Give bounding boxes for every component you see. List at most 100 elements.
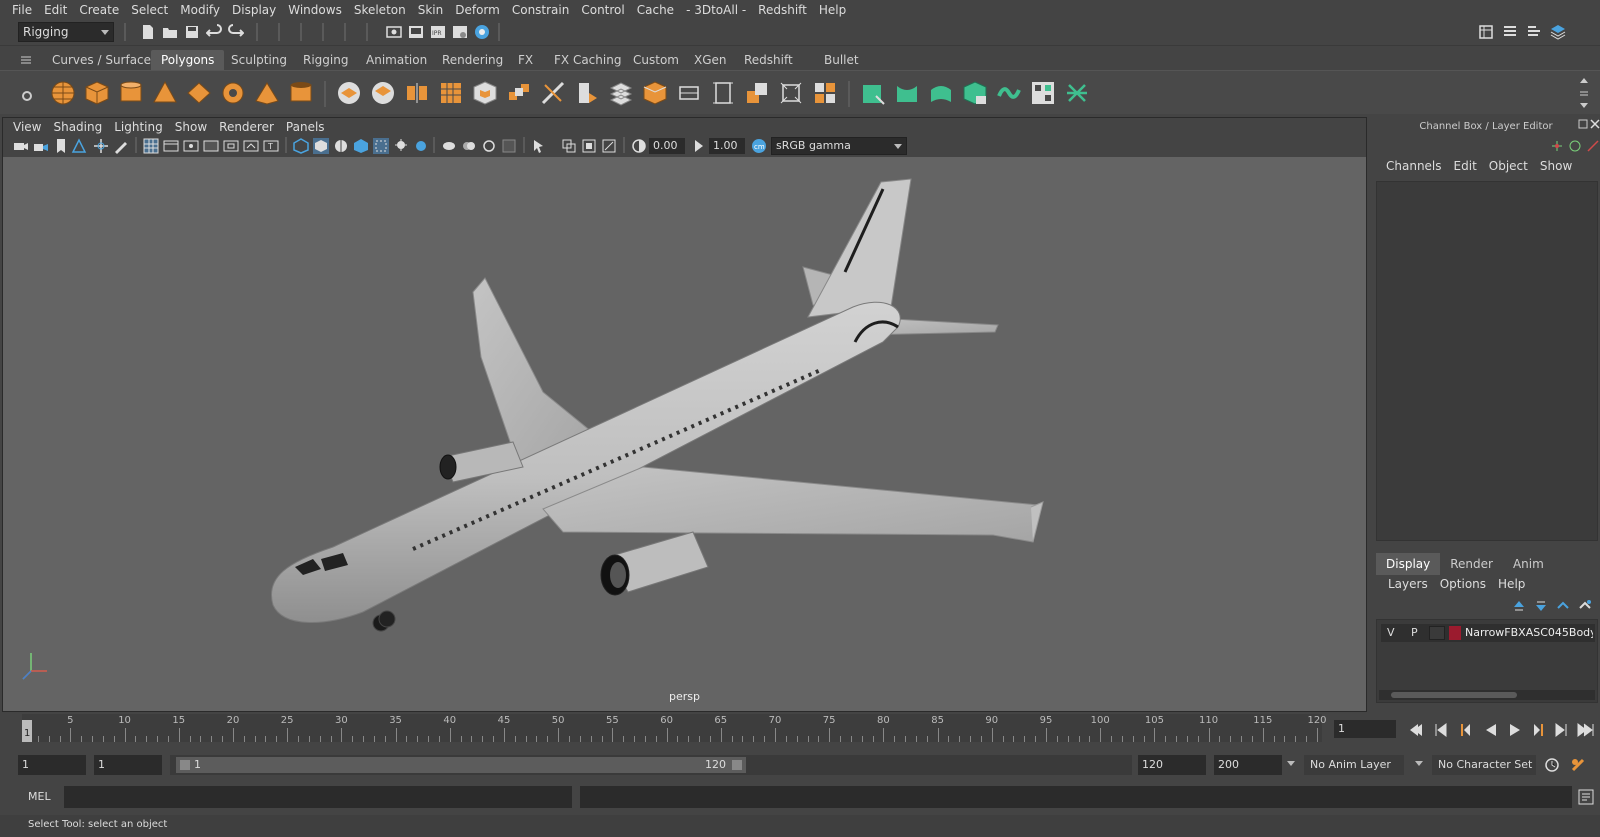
range-start-grip[interactable] (180, 760, 190, 770)
image-plane-icon[interactable] (71, 138, 87, 154)
anim-layer-dropdown[interactable]: No Anim Layer (1304, 755, 1404, 775)
viewport-menu-lighting[interactable]: Lighting (108, 120, 169, 134)
range-end-grip[interactable] (732, 760, 742, 770)
exposure-icon[interactable] (631, 138, 647, 154)
viewport-menu-view[interactable]: View (7, 120, 47, 134)
save-scene-icon[interactable] (184, 24, 200, 40)
redo-icon[interactable] (228, 24, 244, 40)
hypershade-icon[interactable] (474, 24, 490, 40)
menuset-dropdown[interactable]: Rigging (18, 22, 114, 42)
menu-create[interactable]: Create (73, 0, 125, 20)
smooth-shade-icon[interactable] (313, 138, 329, 154)
sculpt-relax-icon[interactable] (928, 80, 954, 106)
layer-visibility-toggle[interactable]: V (1387, 626, 1395, 639)
poly-cube-icon[interactable] (84, 80, 110, 106)
menu-modify[interactable]: Modify (174, 0, 226, 20)
menu-deform[interactable]: Deform (449, 0, 506, 20)
tab-render[interactable]: Render (1440, 553, 1503, 575)
target-weld-icon[interactable] (574, 80, 600, 106)
xray-active-components-icon[interactable] (601, 138, 617, 154)
bevel-icon[interactable] (608, 80, 634, 106)
undo-icon[interactable] (206, 24, 222, 40)
layer-color-swatch[interactable] (1449, 626, 1461, 640)
isolate-select-icon[interactable] (501, 138, 517, 154)
edit-menu[interactable]: Edit (1448, 159, 1483, 177)
gamma-field[interactable]: 1.00 (709, 138, 745, 154)
current-frame-field[interactable]: 1 (1334, 720, 1396, 738)
chevron-down-icon[interactable] (1415, 761, 1423, 766)
tab-anim[interactable]: Anim (1503, 553, 1554, 575)
shelf-tab-curves-surfaces[interactable]: Curves / Surfaces (42, 50, 167, 70)
step-back-frame-icon[interactable] (1435, 723, 1447, 737)
playback-start-field[interactable]: 1 (94, 755, 162, 775)
options-menu[interactable]: Options (1434, 577, 1492, 595)
poly-cylinder-icon[interactable] (118, 80, 144, 106)
airplane-model[interactable] (3, 157, 1366, 711)
new-scene-icon[interactable] (140, 24, 156, 40)
grid-icon[interactable] (143, 138, 159, 154)
smooth-icon[interactable] (438, 80, 464, 106)
automatic-map-icon[interactable] (778, 80, 804, 106)
menu-display[interactable]: Display (226, 0, 282, 20)
render-settings-icon[interactable] (452, 24, 468, 40)
menu-control[interactable]: Control (575, 0, 630, 20)
shelf-menu-icon[interactable] (20, 54, 32, 66)
xray-icon[interactable] (561, 138, 577, 154)
viewport-menu-shading[interactable]: Shading (47, 120, 108, 134)
menu-skin[interactable]: Skin (412, 0, 450, 20)
menu-help[interactable]: Help (813, 0, 852, 20)
shelf-tab-sculpting[interactable]: Sculpting (221, 50, 297, 70)
wireframe-on-shaded-icon[interactable] (333, 138, 349, 154)
create-empty-layer-icon[interactable] (1556, 599, 1570, 613)
shelf-tab-fx[interactable]: FX (508, 50, 543, 70)
animation-end-field[interactable]: 200 (1214, 755, 1282, 775)
layers-menu[interactable]: Layers (1382, 577, 1434, 595)
shelf-tab-custom[interactable]: Custom (623, 50, 689, 70)
manipulator-icon[interactable] (1568, 139, 1582, 153)
planar-map-icon[interactable] (710, 80, 736, 106)
render-frame-icon[interactable] (408, 24, 424, 40)
gamma-icon[interactable] (691, 138, 707, 154)
layout-uv-icon[interactable] (812, 80, 838, 106)
play-backwards-icon[interactable] (1486, 724, 1496, 736)
menu-edit[interactable]: Edit (38, 0, 73, 20)
3d-viewport[interactable]: persp (3, 157, 1366, 711)
range-slider-handle[interactable]: 1 120 (176, 757, 746, 773)
create-layer-from-selected-icon[interactable] (1578, 599, 1592, 613)
select-camera-icon[interactable] (531, 138, 547, 154)
tab-display[interactable]: Display (1376, 553, 1441, 575)
textured-icon[interactable] (353, 138, 369, 154)
extrude-icon[interactable] (472, 80, 498, 106)
go-to-end-icon[interactable] (1577, 723, 1594, 737)
xray-joints-icon[interactable] (581, 138, 597, 154)
poly-pipe-icon[interactable] (288, 80, 314, 106)
close-icon[interactable] (1590, 119, 1600, 129)
bookmark-icon[interactable] (53, 138, 69, 154)
fill-hole-icon[interactable] (642, 80, 668, 106)
animation-start-field[interactable]: 1 (18, 755, 86, 775)
wireframe-icon[interactable] (293, 138, 309, 154)
help-menu[interactable]: Help (1492, 577, 1531, 595)
sculpt-twist-icon[interactable] (996, 80, 1022, 106)
step-back-key-icon[interactable] (1461, 724, 1470, 736)
command-input[interactable] (64, 786, 572, 808)
multi-cut-icon[interactable] (540, 80, 566, 106)
shelf-tab-animation[interactable]: Animation (356, 50, 437, 70)
motion-blur-icon[interactable] (441, 138, 457, 154)
auto-key-icon[interactable] (1544, 757, 1560, 773)
shelf-tab-rigging[interactable]: Rigging (293, 50, 358, 70)
shelf-settings-icon[interactable] (20, 89, 34, 103)
viewport-menu-panels[interactable]: Panels (280, 120, 331, 134)
viewport-menu-show[interactable]: Show (169, 120, 213, 134)
menu-cache[interactable]: Cache (631, 0, 680, 20)
sculpt-smooth-icon[interactable] (894, 80, 920, 106)
sculpt-grab-icon[interactable] (860, 80, 886, 106)
safe-action-icon[interactable] (243, 138, 259, 154)
uv-editor-icon[interactable] (676, 80, 702, 106)
menu-skeleton[interactable]: Skeleton (348, 0, 412, 20)
range-slider-track[interactable]: 1 120 (170, 755, 1132, 775)
resolution-gate-icon[interactable] (183, 138, 199, 154)
show-menu[interactable]: Show (1534, 159, 1578, 177)
layer-scrollbar[interactable] (1379, 690, 1595, 700)
anti-aliasing-icon[interactable] (461, 138, 477, 154)
